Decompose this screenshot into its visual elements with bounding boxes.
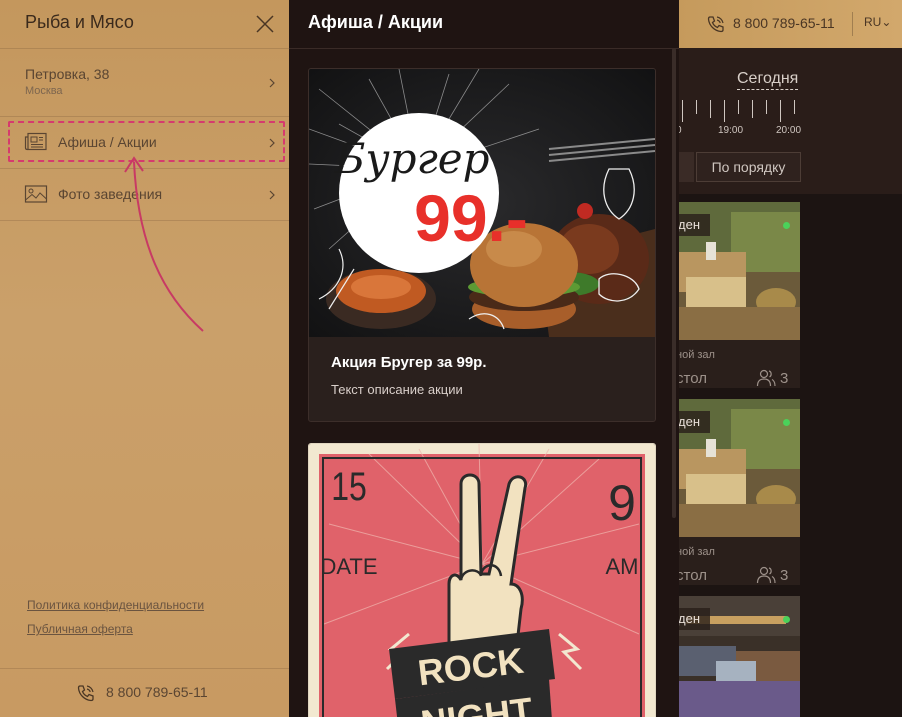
table-list: ден ной зал стол 3 ден ной зал стол 3 де… (676, 194, 902, 717)
chevron-down-icon: ⌄ (881, 15, 892, 29)
seats-count: 3 (780, 567, 789, 584)
status-badge: ден (676, 214, 710, 236)
poster-date-label: DATE (320, 554, 377, 579)
photo-icon (24, 185, 48, 203)
divider (852, 12, 853, 36)
poster-date-number: 15 (331, 464, 367, 509)
phone-icon (707, 16, 724, 33)
promo-image-burger: Бургер 99.- (309, 69, 655, 337)
promo-card[interactable]: Бургер 99.- Акция Бругер за 99р. Текст о… (308, 68, 656, 422)
table-card[interactable]: ден ной зал стол 3 (676, 399, 800, 585)
today-button[interactable]: Сегодня (737, 70, 799, 90)
language-code: RU (864, 15, 882, 29)
sidebar-footer: 8 800 789-65-11 (0, 668, 289, 717)
table-card[interactable]: ден ной зал стол 3 (676, 202, 800, 388)
table-photo: ден (676, 596, 800, 717)
restaurant-name: Рыба и Мясо (25, 12, 134, 32)
bg-header: 8 800 789-65-11 RU⌄ (676, 0, 902, 48)
panel-title: Афиша / Акции (308, 12, 444, 32)
bg-controls: Сегодня 0 19:00 20:00 По порядку (676, 48, 902, 194)
chevron-right-icon (269, 78, 275, 88)
promo-card[interactable]: 15 DATE 9 AM ROCK NIGHT (308, 443, 656, 717)
time-label: 20:00 (776, 125, 802, 136)
promo-image-price-text: 99.- (414, 181, 528, 255)
address-city: Москва (25, 85, 63, 97)
close-icon[interactable] (254, 13, 276, 35)
sidebar-menu: Рыба и Мясо Петровка, 38 Москва Афиша / … (0, 0, 289, 717)
people-icon (756, 566, 776, 584)
time-label: 19:00 (718, 125, 744, 136)
language-selector[interactable]: RU⌄ (864, 15, 891, 29)
promo-description: Текст описание акции (331, 382, 463, 397)
time-slider[interactable] (682, 100, 802, 122)
hall-name: ной зал (676, 349, 715, 361)
poster-time-label: AM (606, 554, 639, 579)
table-type: стол (676, 370, 707, 387)
seats-count: 3 (780, 370, 789, 387)
promo-title: Акция Бругер за 99р. (331, 354, 487, 371)
scrollbar[interactable] (672, 48, 676, 518)
table-card[interactable]: ден (676, 596, 800, 717)
promo-image-script-text: Бургер (333, 134, 489, 183)
bg-phone-number[interactable]: 8 800 789-65-11 (733, 15, 835, 31)
chevron-right-icon (269, 190, 275, 200)
status-badge: ден (676, 411, 710, 433)
privacy-policy-link[interactable]: Политика конфиденциальности (27, 598, 204, 612)
address-street: Петровка, 38 (25, 66, 110, 82)
phone-icon (77, 685, 94, 702)
footer-phone-number[interactable]: 8 800 789-65-11 (106, 684, 208, 700)
hall-name: ной зал (676, 546, 715, 558)
people-icon (756, 369, 776, 387)
divider (289, 48, 679, 49)
table-photo: ден (676, 202, 800, 340)
arrow-annotation (124, 156, 204, 332)
status-indicator (783, 222, 790, 229)
promo-image-rock-night: 15 DATE 9 AM ROCK NIGHT (309, 444, 655, 717)
public-offer-link[interactable]: Публичная оферта (27, 622, 133, 636)
table-photo: ден (676, 399, 800, 537)
address-item[interactable]: Петровка, 38 Москва (0, 49, 289, 116)
status-badge: ден (676, 608, 710, 630)
promotions-panel: Афиша / Акции Бургер 99.- Акция Бругер з… (289, 0, 679, 717)
sort-button[interactable]: По порядку (696, 152, 801, 182)
table-type: стол (676, 567, 707, 584)
status-indicator (783, 419, 790, 426)
poster-time-number: 9 (608, 475, 636, 531)
status-indicator (783, 616, 790, 623)
